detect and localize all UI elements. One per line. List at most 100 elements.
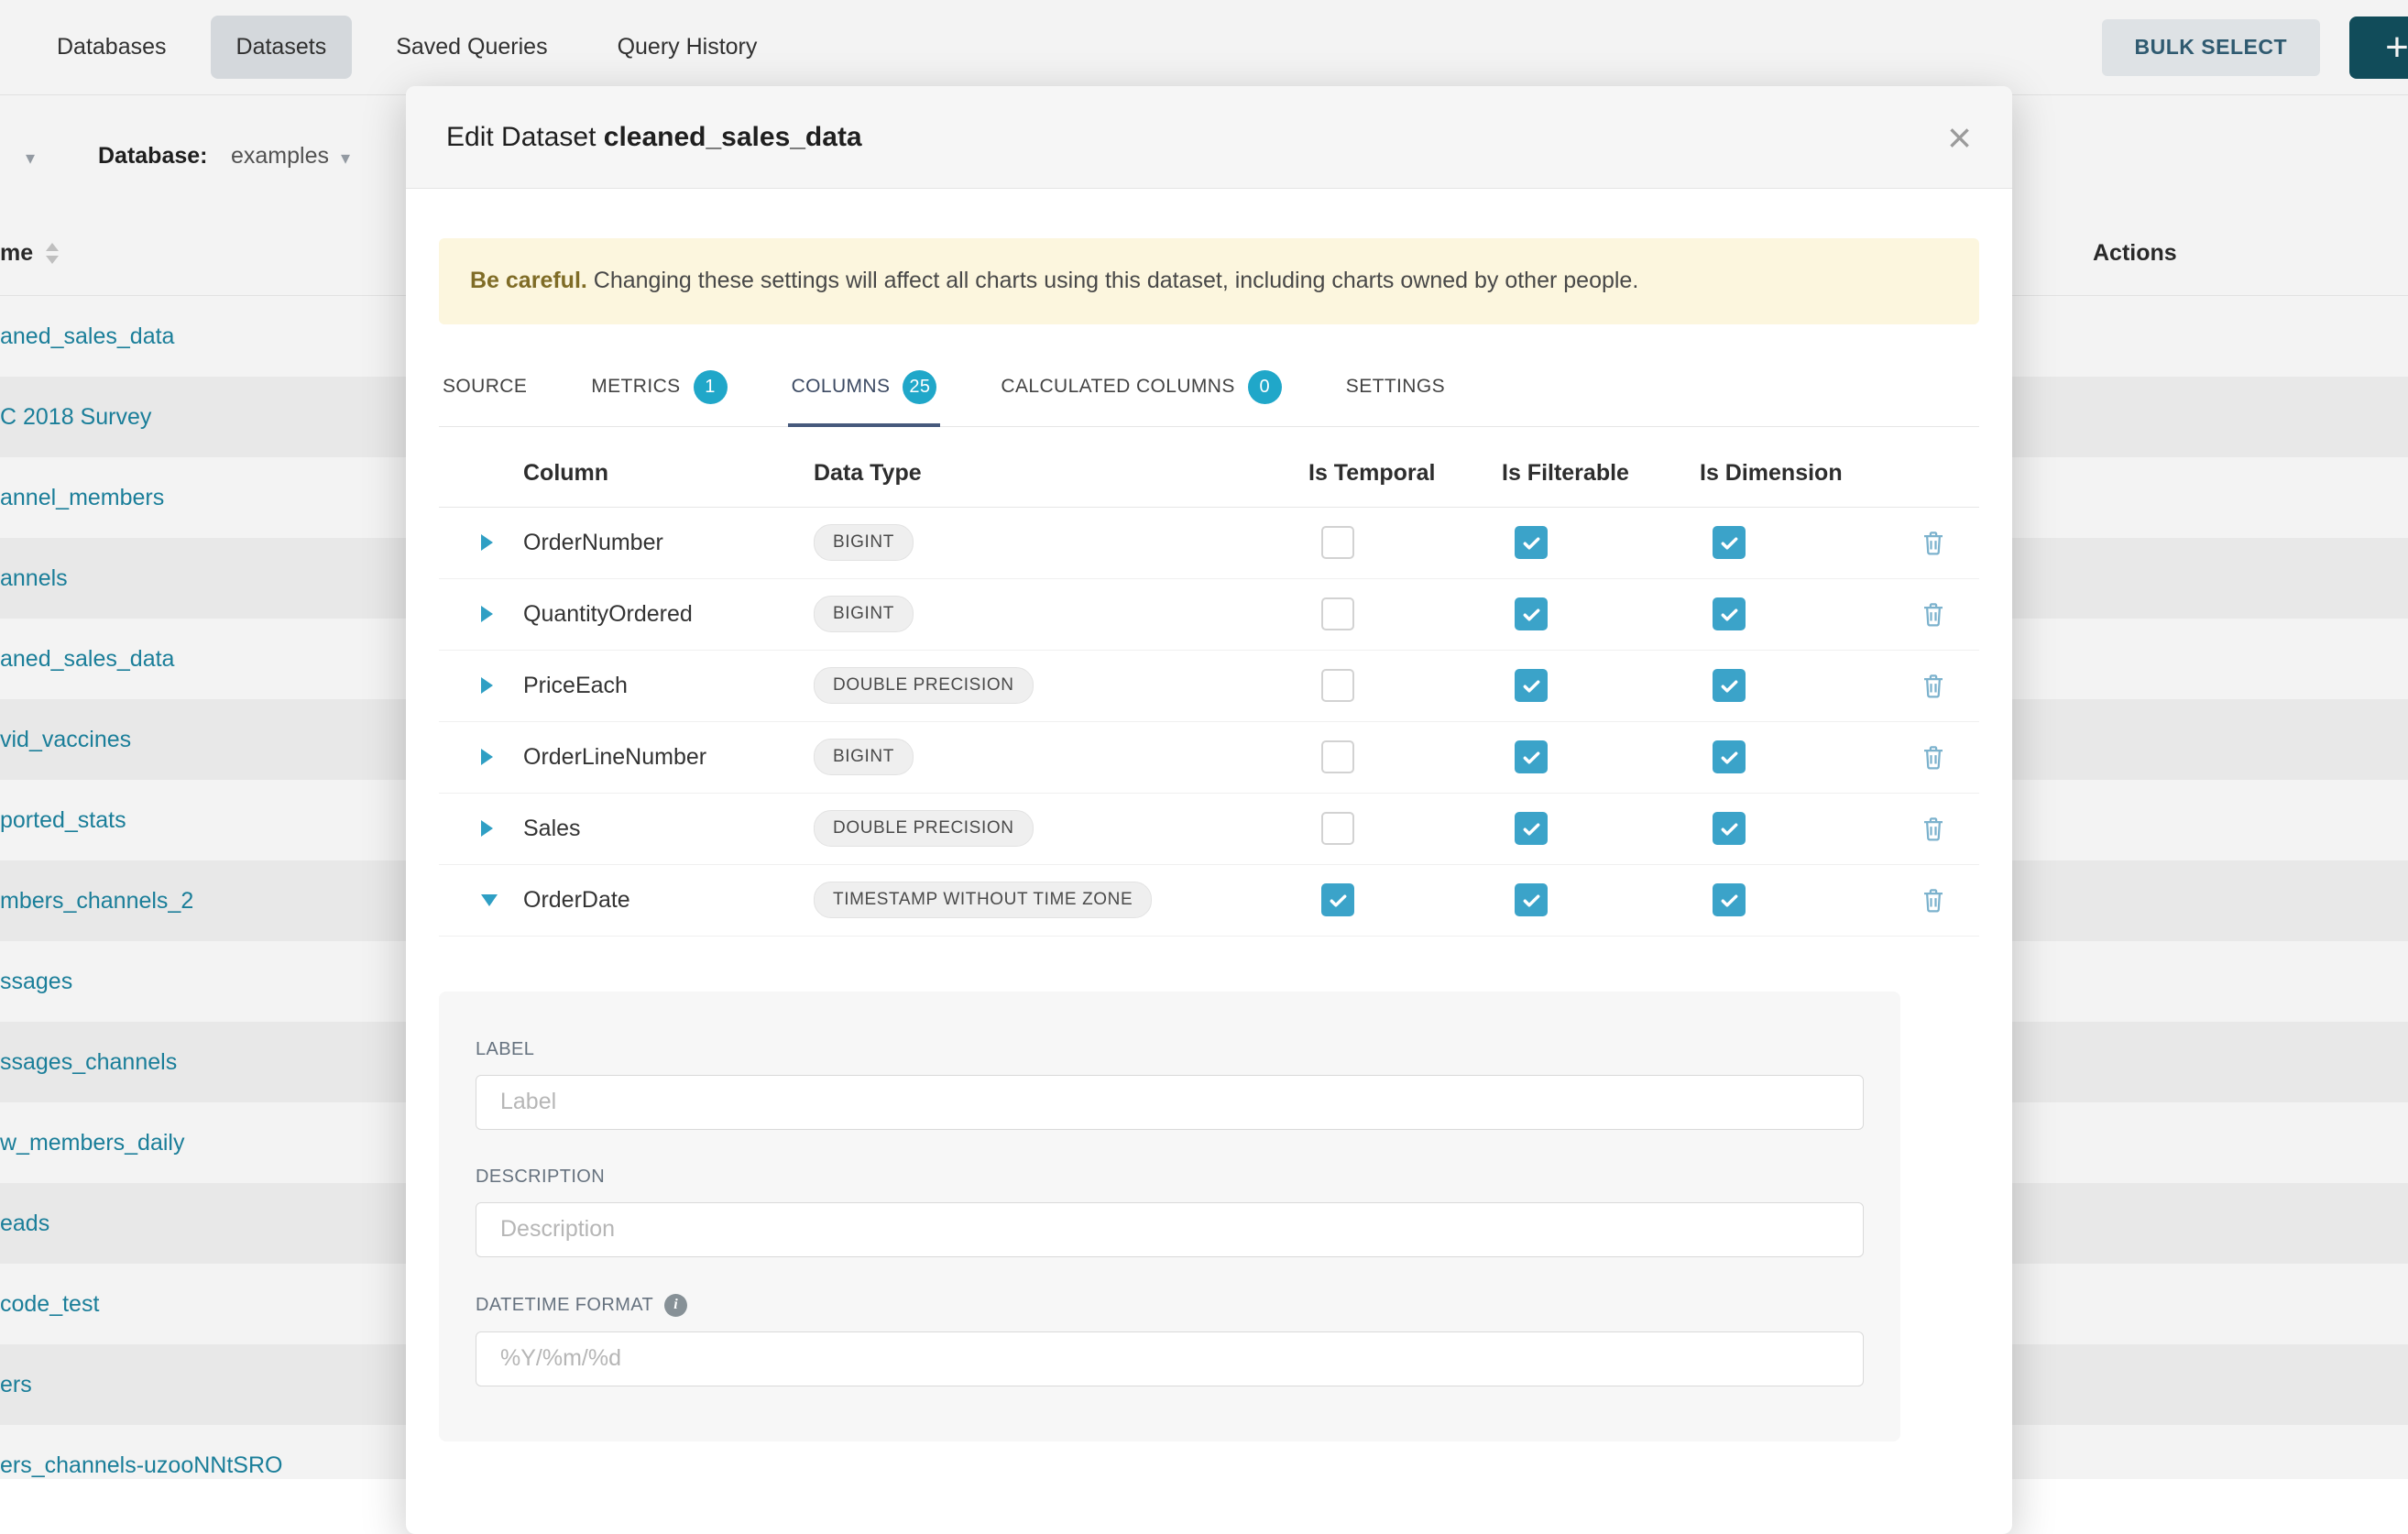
checkmark-icon (1719, 532, 1740, 553)
is-temporal-checkbox[interactable] (1321, 883, 1354, 916)
header-data-type: Data Type (814, 460, 1308, 487)
tab-columns[interactable]: COLUMNS25 (788, 356, 941, 426)
collapse-caret-icon[interactable] (439, 894, 523, 906)
trash-icon (1920, 815, 1947, 842)
close-icon[interactable]: × (1947, 116, 1972, 159)
modal-title: Edit Dataset cleaned_sales_data (446, 122, 862, 153)
data-type-pill: DOUBLE PRECISION (814, 667, 1034, 704)
trash-icon (1920, 529, 1947, 556)
modal-title-dataset-name: cleaned_sales_data (604, 122, 862, 152)
column-name: Sales (523, 816, 814, 842)
is-temporal-checkbox[interactable] (1321, 669, 1354, 702)
warning-message: Changing these settings will affect all … (587, 268, 1638, 293)
edit-dataset-modal: Edit Dataset cleaned_sales_data × Be car… (406, 86, 2012, 1534)
column-row: OrderDateTIMESTAMP WITHOUT TIME ZONE (439, 865, 1979, 937)
column-name: OrderLineNumber (523, 744, 814, 771)
checkmark-icon (1521, 532, 1542, 553)
tab-label: SETTINGS (1346, 376, 1445, 398)
checkmark-icon (1521, 818, 1542, 839)
checkmark-icon (1719, 604, 1740, 625)
warning-banner: Be careful. Changing these settings will… (439, 238, 1979, 324)
is-dimension-checkbox[interactable] (1713, 669, 1746, 702)
tab-metrics[interactable]: METRICS1 (587, 356, 730, 426)
datetime-format-input[interactable] (476, 1331, 1864, 1386)
is-dimension-checkbox[interactable] (1713, 740, 1746, 773)
is-temporal-checkbox[interactable] (1321, 740, 1354, 773)
is-filterable-checkbox[interactable] (1515, 597, 1548, 630)
is-dimension-checkbox[interactable] (1713, 883, 1746, 916)
checkmark-icon (1521, 604, 1542, 625)
tab-label: CALCULATED COLUMNS (1001, 376, 1234, 398)
checkmark-icon (1719, 890, 1740, 911)
tab-settings[interactable]: SETTINGS (1342, 356, 1449, 426)
checkmark-icon (1521, 747, 1542, 768)
delete-column-icon[interactable] (1920, 743, 1979, 771)
delete-column-icon[interactable] (1920, 529, 1979, 556)
datetime-format-field-label: DATETIME FORMAT i (476, 1294, 1864, 1317)
warning-emphasis: Be careful. (470, 268, 587, 293)
is-dimension-checkbox[interactable] (1713, 526, 1746, 559)
column-detail-panel: LABEL DESCRIPTION DATETIME FORMAT i (439, 992, 1900, 1441)
is-filterable-checkbox[interactable] (1515, 669, 1548, 702)
delete-column-icon[interactable] (1920, 886, 1979, 914)
expand-caret-icon[interactable] (439, 820, 523, 837)
header-is-filterable: Is Filterable (1502, 460, 1700, 487)
checkmark-icon (1719, 675, 1740, 696)
delete-column-icon[interactable] (1920, 600, 1979, 628)
expand-caret-icon[interactable] (439, 534, 523, 551)
columns-count-badge: 25 (903, 370, 936, 404)
column-row: OrderLineNumberBIGINT (439, 722, 1979, 794)
data-type-pill: BIGINT (814, 596, 914, 632)
is-temporal-checkbox[interactable] (1321, 597, 1354, 630)
description-field-label: DESCRIPTION (476, 1167, 1864, 1188)
data-type-pill: TIMESTAMP WITHOUT TIME ZONE (814, 882, 1152, 918)
modal-body: Be careful. Changing these settings will… (406, 238, 2012, 1441)
trash-icon (1920, 600, 1947, 628)
metrics-count-badge: 1 (694, 370, 728, 404)
is-filterable-checkbox[interactable] (1515, 740, 1548, 773)
expand-caret-icon[interactable] (439, 677, 523, 694)
is-filterable-checkbox[interactable] (1515, 883, 1548, 916)
checkmark-icon (1719, 747, 1740, 768)
column-row: QuantityOrderedBIGINT (439, 579, 1979, 651)
column-row: OrderNumberBIGINT (439, 508, 1979, 579)
trash-icon (1920, 886, 1947, 914)
checkmark-icon (1719, 818, 1740, 839)
trash-icon (1920, 743, 1947, 771)
column-row: PriceEachDOUBLE PRECISION (439, 651, 1979, 722)
description-input[interactable] (476, 1202, 1864, 1257)
data-type-pill: BIGINT (814, 524, 914, 561)
column-name: PriceEach (523, 673, 814, 699)
data-type-pill: DOUBLE PRECISION (814, 810, 1034, 847)
delete-column-icon[interactable] (1920, 815, 1979, 842)
label-input[interactable] (476, 1075, 1864, 1130)
header-column: Column (523, 460, 814, 487)
checkmark-icon (1521, 890, 1542, 911)
tab-label: SOURCE (443, 376, 527, 398)
tab-calculated-columns[interactable]: CALCULATED COLUMNS 0 (997, 356, 1285, 426)
calculated-columns-count-badge: 0 (1248, 370, 1282, 404)
columns-table-rows: OrderNumberBIGINTQuantityOrderedBIGINTPr… (439, 508, 1979, 937)
is-dimension-checkbox[interactable] (1713, 812, 1746, 845)
columns-table-header: Column Data Type Is Temporal Is Filterab… (439, 440, 1979, 508)
delete-column-icon[interactable] (1920, 672, 1979, 699)
trash-icon (1920, 672, 1947, 699)
is-filterable-checkbox[interactable] (1515, 812, 1548, 845)
is-filterable-checkbox[interactable] (1515, 526, 1548, 559)
label-field-label: LABEL (476, 1039, 1864, 1060)
column-name: OrderNumber (523, 530, 814, 556)
header-is-dimension: Is Dimension (1700, 460, 1920, 487)
tab-source[interactable]: SOURCE (439, 356, 531, 426)
checkmark-icon (1521, 675, 1542, 696)
column-name: QuantityOrdered (523, 601, 814, 628)
data-type-pill: BIGINT (814, 739, 914, 775)
modal-tabs: SOURCE METRICS1 COLUMNS25 CALCULATED COL… (439, 356, 1979, 427)
column-row: SalesDOUBLE PRECISION (439, 794, 1979, 865)
expand-caret-icon[interactable] (439, 749, 523, 765)
expand-caret-icon[interactable] (439, 606, 523, 622)
is-dimension-checkbox[interactable] (1713, 597, 1746, 630)
is-temporal-checkbox[interactable] (1321, 526, 1354, 559)
columns-table: Column Data Type Is Temporal Is Filterab… (439, 440, 1979, 937)
is-temporal-checkbox[interactable] (1321, 812, 1354, 845)
modal-title-prefix: Edit Dataset (446, 122, 596, 152)
